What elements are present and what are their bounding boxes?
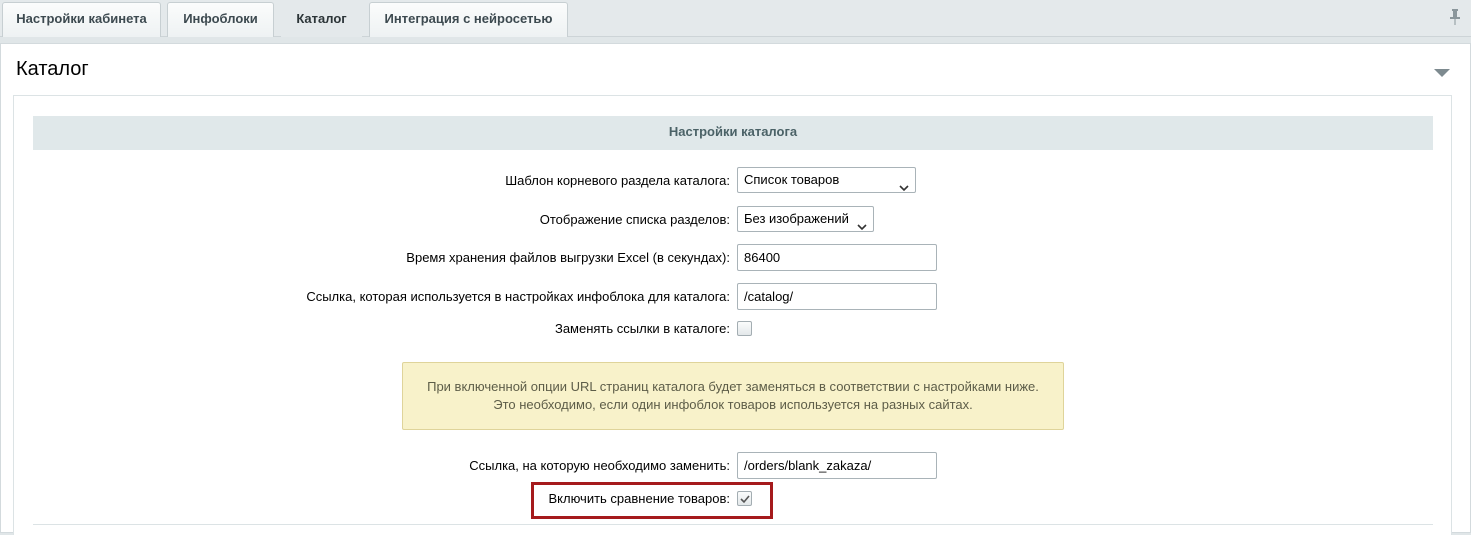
info-notice: При включенной опции URL страниц каталог… bbox=[402, 362, 1064, 430]
catalog-panel: Каталог Настройки каталога Шаблон корнев… bbox=[0, 43, 1471, 535]
sections-display-label: Отображение списка разделов: bbox=[539, 212, 730, 227]
field-catalog-link: Ссылка, которая используется в настройка… bbox=[14, 283, 1453, 310]
excel-ttl-input[interactable]: 86400 bbox=[737, 244, 937, 271]
replace-target-input[interactable]: /orders/blank_zakaza/ bbox=[737, 452, 937, 479]
field-root-template: Шаблон корневого раздела каталога: Списо… bbox=[14, 167, 1453, 193]
collapse-arrow-icon[interactable] bbox=[1434, 66, 1450, 77]
settings-container: Настройки каталога Шаблон корневого разд… bbox=[13, 95, 1452, 535]
field-excel-ttl: Время хранения файлов выгрузки Excel (в … bbox=[14, 244, 1453, 271]
catalog-link-input[interactable]: /catalog/ bbox=[737, 283, 937, 310]
tab-bar: Настройки кабинета Инфоблоки Каталог Инт… bbox=[0, 0, 1471, 37]
tab-catalog[interactable]: Каталог bbox=[281, 2, 362, 37]
replace-target-label: Ссылка, на которую необходимо заменить: bbox=[469, 458, 730, 473]
root-template-value: Список товаров bbox=[744, 172, 840, 187]
catalog-link-label: Ссылка, которая используется в настройка… bbox=[306, 289, 730, 304]
sections-display-select[interactable]: Без изображений bbox=[737, 206, 874, 232]
field-replace-links: Заменять ссылки в каталоге: bbox=[14, 320, 1453, 338]
tab-cabinet-settings[interactable]: Настройки кабинета bbox=[2, 2, 161, 37]
notice-line-2: Это необходимо, если один инфоблок товар… bbox=[493, 397, 973, 412]
sections-display-value: Без изображений bbox=[744, 211, 849, 226]
divider bbox=[33, 524, 1433, 525]
section-header: Настройки каталога bbox=[33, 116, 1433, 150]
root-template-label: Шаблон корневого раздела каталога: bbox=[505, 173, 730, 188]
excel-ttl-label: Время хранения файлов выгрузки Excel (в … bbox=[406, 250, 730, 265]
tab-ai-integration[interactable]: Интеграция с нейросетью bbox=[369, 2, 568, 37]
highlight-frame bbox=[531, 482, 773, 519]
field-sections-display: Отображение списка разделов: Без изображ… bbox=[14, 206, 1453, 232]
field-replace-target: Ссылка, на которую необходимо заменить: … bbox=[14, 452, 1453, 479]
pin-icon[interactable] bbox=[1449, 8, 1461, 26]
chevron-down-icon bbox=[857, 215, 867, 231]
replace-links-label: Заменять ссылки в каталоге: bbox=[554, 321, 730, 336]
notice-line-1: При включенной опции URL страниц каталог… bbox=[427, 379, 1039, 394]
tab-infoblocks[interactable]: Инфоблоки bbox=[167, 2, 274, 37]
panel-title: Каталог bbox=[16, 58, 89, 80]
replace-links-checkbox[interactable] bbox=[737, 321, 752, 336]
chevron-down-icon bbox=[899, 176, 909, 192]
root-template-select[interactable]: Список товаров bbox=[737, 167, 916, 193]
